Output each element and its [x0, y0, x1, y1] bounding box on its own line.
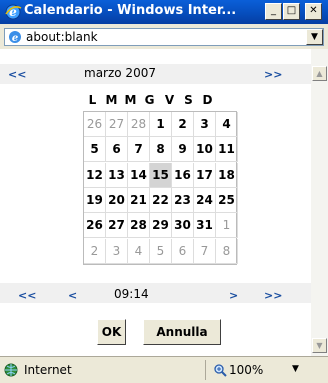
day-header: S	[184, 93, 193, 107]
day-cell[interactable]: 23	[172, 187, 194, 213]
day-cell[interactable]: 31	[194, 213, 216, 239]
chevron-down-icon: ▼	[316, 341, 323, 350]
day-cell[interactable]: 10	[194, 137, 216, 163]
day-cell[interactable]: 26	[84, 213, 106, 239]
next-month-link[interactable]: >>	[264, 68, 282, 81]
zoom-level[interactable]: 100%	[229, 363, 263, 377]
day-cell[interactable]: 1	[216, 213, 238, 239]
day-cell[interactable]: 30	[172, 213, 194, 239]
day-cell[interactable]: 21	[128, 187, 150, 213]
next-minute-link[interactable]: >	[229, 289, 238, 302]
day-cell[interactable]: 3	[194, 112, 216, 137]
day-cell[interactable]: 3	[106, 238, 128, 264]
day-cell[interactable]: 12	[84, 162, 106, 188]
day-cell-today[interactable]: 15	[150, 162, 172, 188]
next-hour-link[interactable]: >>	[264, 289, 282, 302]
globe-icon	[4, 363, 18, 377]
day-cell[interactable]: 27	[106, 112, 128, 137]
day-cell[interactable]: 20	[106, 187, 128, 213]
day-cell[interactable]: 1	[150, 112, 172, 137]
chevron-down-icon: ▼	[311, 32, 318, 42]
day-cell[interactable]: 18	[216, 162, 238, 188]
scroll-up-button[interactable]: ▲	[312, 66, 327, 81]
minimize-button[interactable]: _	[265, 3, 282, 20]
ie-page-icon: e	[9, 31, 21, 44]
day-cell[interactable]: 8	[150, 137, 172, 163]
day-cell[interactable]: 16	[172, 162, 194, 188]
status-divider	[205, 360, 206, 380]
address-url: about:blank	[26, 30, 98, 44]
day-header: L	[88, 93, 97, 107]
day-cell[interactable]: 8	[216, 238, 238, 264]
day-cell[interactable]: 4	[216, 112, 238, 137]
day-cell[interactable]: 11	[216, 137, 238, 163]
month-label: marzo 2007	[84, 66, 156, 80]
status-zone: Internet	[24, 363, 72, 377]
day-cell[interactable]: 7	[194, 238, 216, 264]
day-header: M	[105, 93, 118, 107]
day-cell[interactable]: 19	[84, 187, 106, 213]
day-cell[interactable]: 5	[150, 238, 172, 264]
day-cell[interactable]: 2	[84, 238, 106, 264]
maximize-button[interactable]: □	[283, 3, 300, 20]
day-cell[interactable]: 6	[172, 238, 194, 264]
day-cell[interactable]: 28	[128, 112, 150, 137]
zoom-dropdown-icon[interactable]: ▼	[292, 364, 299, 374]
day-cell[interactable]: 14	[128, 162, 150, 188]
day-cell[interactable]: 6	[106, 137, 128, 163]
day-cell[interactable]: 7	[128, 137, 150, 163]
time-display: 09:14	[114, 287, 149, 301]
day-cell[interactable]: 17	[194, 162, 216, 188]
scroll-down-button[interactable]: ▼	[312, 338, 327, 353]
day-cell[interactable]: 22	[150, 187, 172, 213]
day-cell[interactable]: 28	[128, 213, 150, 239]
chevron-up-icon: ▲	[316, 69, 323, 78]
ok-button[interactable]: OK	[97, 319, 126, 345]
day-cell[interactable]: 9	[172, 137, 194, 163]
day-cell[interactable]: 25	[216, 187, 238, 213]
prev-hour-link[interactable]: <<	[18, 289, 36, 302]
svg-text:e: e	[12, 33, 18, 44]
day-header: D	[202, 93, 213, 107]
vertical-scrollbar[interactable]	[311, 49, 328, 356]
day-cell[interactable]: 29	[150, 213, 172, 239]
day-cell[interactable]: 4	[128, 238, 150, 264]
day-cell[interactable]: 5	[84, 137, 106, 163]
close-button[interactable]: ✕	[305, 3, 322, 20]
day-cell[interactable]: 26	[84, 112, 106, 137]
day-header: G	[144, 93, 155, 107]
day-header: M	[124, 93, 137, 107]
day-header: V	[164, 93, 175, 107]
window-title: Calendario - Windows Inter...	[24, 3, 237, 18]
address-dropdown-button[interactable]: ▼	[306, 29, 323, 45]
day-cell[interactable]: 13	[106, 162, 128, 188]
day-cell[interactable]: 27	[106, 213, 128, 239]
day-cell[interactable]: 24	[194, 187, 216, 213]
day-cell[interactable]: 2	[172, 112, 194, 137]
ie-logo-icon: e	[5, 4, 22, 20]
calendar-grid: 26 27 28 1 2 3 4 5 6 7 8 9 10 11 12 13 14 15 16 17 18 19 20 21 2…	[83, 111, 238, 265]
prev-minute-link[interactable]: <	[68, 289, 77, 302]
cancel-button[interactable]: Annulla	[143, 319, 221, 345]
prev-month-link[interactable]: <<	[8, 68, 26, 81]
magnifier-icon	[214, 364, 227, 377]
